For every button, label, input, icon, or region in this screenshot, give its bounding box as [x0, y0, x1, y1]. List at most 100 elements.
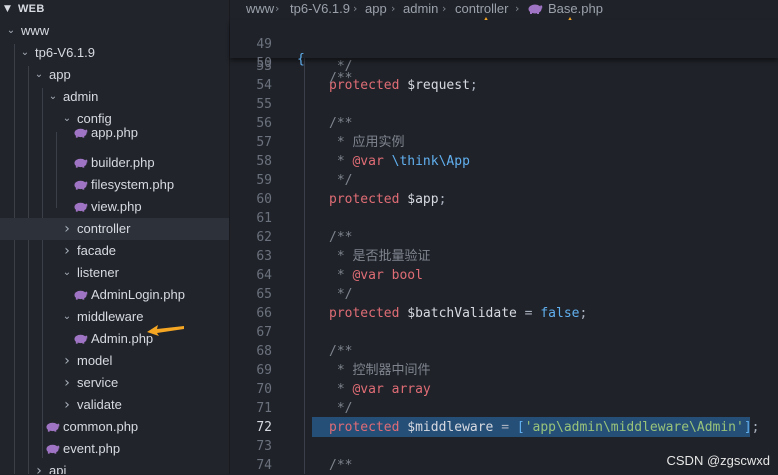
tree-item-label: service — [77, 375, 119, 390]
tree-folder[interactable]: › validate — [0, 394, 229, 416]
tree-file[interactable]: filesystem.php — [0, 174, 229, 196]
code-text: protected $app; — [329, 192, 447, 207]
code-editor[interactable]: www › tp6-V6.1.9 › app › admin › control… — [230, 0, 778, 474]
code-text: */ — [329, 287, 353, 302]
line-number: 50 — [256, 56, 272, 71]
code-line: 67 — [230, 323, 778, 342]
tree-folder[interactable]: › facade — [0, 240, 229, 262]
code-line: 58 * @var \think\App — [230, 152, 778, 171]
chevron-down-icon: ⌄ — [48, 91, 58, 102]
tree-file[interactable]: Admin.php — [0, 328, 229, 350]
breadcrumb-project[interactable]: tp6-V6.1.9 — [290, 0, 350, 18]
tree-item-label: app.php — [91, 125, 138, 140]
code-text: /** — [329, 71, 353, 86]
line-number: 61 — [256, 211, 272, 226]
arrow-left-annotation-icon — [147, 325, 184, 336]
tree-folder[interactable]: ⌄ admin — [0, 86, 229, 108]
chevron-down-icon: ▼ — [4, 4, 12, 14]
chevron-right-icon: › — [64, 397, 70, 413]
tree-folder[interactable]: › service — [0, 372, 229, 394]
chevron-down-icon: ⌄ — [20, 47, 30, 58]
file-explorer-sidebar: ▼ WEB ⌄ www ⌄ tp6-V6.1.9 ⌄ app ⌄ admin ⌄ config ap… — [0, 0, 230, 474]
line-number: 67 — [256, 325, 272, 340]
tree-item-label: Admin.php — [91, 331, 154, 346]
code-line: 54 protected $request; — [230, 76, 778, 95]
chevron-right-icon: › — [64, 243, 70, 259]
code-line: 66 protected $batchValidate = false; — [230, 304, 778, 323]
line-number: 70 — [256, 382, 272, 397]
code-text: protected $middleware = ['app\admin\midd… — [329, 420, 760, 435]
explorer-section-title: WEB — [18, 3, 45, 15]
code-line: 55 — [230, 95, 778, 114]
code-text: * 是否批量验证 — [329, 249, 431, 264]
tree-item-label: AdminLogin.php — [91, 287, 185, 302]
code-line: 61 — [230, 209, 778, 228]
chevron-right-icon: › — [442, 2, 447, 15]
breadcrumb-file[interactable]: Base.php — [548, 0, 603, 18]
breadcrumb-admin[interactable]: admin — [403, 0, 438, 18]
code-line: 50 /** — [230, 39, 778, 86]
php-file-icon — [74, 290, 88, 300]
code-text: /** — [329, 458, 353, 473]
code-text: /** — [329, 344, 353, 359]
code-line: 63 * 是否批量验证 — [230, 247, 778, 266]
tree-folder[interactable]: ⌄ www — [0, 20, 229, 42]
tree-item-label: admin — [63, 89, 99, 104]
tree-item-label: tp6-V6.1.9 — [35, 45, 95, 60]
tree-item-label: filesystem.php — [91, 177, 175, 192]
tree-file[interactable]: AdminLogin.php — [0, 284, 229, 306]
tree-folder[interactable]: ⌄ listener — [0, 262, 229, 284]
code-text: /** — [329, 116, 353, 131]
line-number: 71 — [256, 401, 272, 416]
chevron-right-icon: › — [353, 2, 358, 15]
tree-file[interactable]: app.php — [0, 122, 229, 144]
tree-folder[interactable]: ⌄ middleware — [0, 306, 229, 328]
tree-item-label: listener — [77, 265, 119, 280]
php-file-icon — [74, 128, 88, 138]
tree-file[interactable]: common.php — [0, 416, 229, 438]
tree-folder[interactable]: › model — [0, 350, 229, 372]
tree-file[interactable]: event.php — [0, 438, 229, 460]
chevron-right-icon: › — [391, 2, 396, 15]
tree-item-label: facade — [77, 243, 117, 258]
tree-item-label: event.php — [63, 441, 121, 456]
code-line: 68 /** — [230, 342, 778, 361]
chevron-down-icon: ⌄ — [6, 25, 16, 36]
sticky-scroll-header[interactable]: 49 { 50 /** — [230, 20, 778, 86]
code-line: 57 * 应用实例 — [230, 133, 778, 152]
tree-item-label: builder.php — [91, 155, 155, 170]
tree-file[interactable]: builder.php — [0, 152, 229, 174]
watermark: CSDN @zgscwxd — [666, 453, 771, 468]
line-number: 63 — [256, 249, 272, 264]
breadcrumb-www[interactable]: www — [246, 0, 274, 18]
chevron-right-icon: › — [515, 2, 520, 15]
chevron-right-icon: › — [64, 353, 70, 369]
code-line: 60 protected $app; — [230, 190, 778, 209]
breadcrumb: www › tp6-V6.1.9 › app › admin › control… — [230, 0, 778, 20]
code-text: /** — [329, 230, 353, 245]
tree-item-label: model — [77, 353, 113, 368]
chevron-down-icon: ⌄ — [62, 311, 72, 322]
line-number: 58 — [256, 154, 272, 169]
code-line: 53 */ — [230, 57, 778, 76]
explorer-section-header[interactable]: ▼ WEB — [0, 0, 229, 18]
breadcrumb-app[interactable]: app — [365, 0, 387, 18]
code-line: 69 * 控制器中间件 — [230, 361, 778, 380]
chevron-down-icon: ⌄ — [62, 267, 72, 278]
php-file-icon — [74, 158, 88, 168]
code-line: 71 */ — [230, 399, 778, 418]
chevron-right-icon: › — [64, 375, 70, 391]
tree-folder[interactable]: › api — [0, 460, 229, 474]
line-number: 69 — [256, 363, 272, 378]
line-number: 56 — [256, 116, 272, 131]
code-text: protected $batchValidate = false; — [329, 306, 588, 321]
tree-folder[interactable]: ⌄ app — [0, 64, 229, 86]
php-file-icon — [528, 4, 543, 14]
tree-file[interactable]: view.php — [0, 196, 229, 218]
tree-folder[interactable]: ⌄ tp6-V6.1.9 — [0, 42, 229, 64]
chevron-right-icon: › — [275, 2, 280, 15]
line-number: 64 — [256, 268, 272, 283]
line-number: 72 — [256, 420, 272, 435]
tree-item-label: app — [49, 67, 71, 82]
tree-folder[interactable]: › controller — [0, 218, 229, 240]
